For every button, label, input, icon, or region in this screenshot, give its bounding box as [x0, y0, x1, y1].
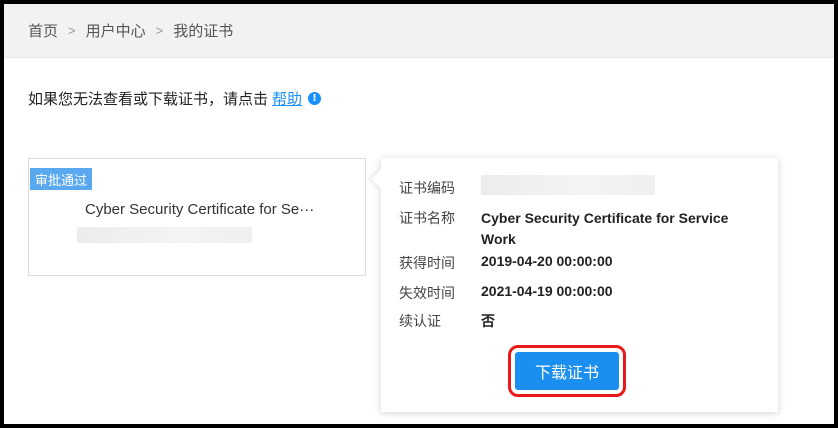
breadcrumb: 首页 > 用户中心 > 我的证书: [4, 4, 834, 58]
renewal-label: 续认证: [399, 313, 441, 329]
help-notice: 如果您无法查看或下载证书，请点击 帮助 !: [28, 88, 322, 109]
obtained-value: 2019-04-20 00:00:00: [481, 253, 613, 269]
help-text: 如果您无法查看或下载证书，请点击: [28, 91, 269, 108]
redacted-text: [77, 227, 252, 243]
help-link[interactable]: 帮助: [272, 88, 302, 109]
expire-label: 失效时间: [399, 285, 455, 301]
name-value: Cyber Security Certificate for Service W…: [481, 210, 729, 247]
breadcrumb-home[interactable]: 首页: [28, 20, 58, 41]
code-label: 证书编码: [399, 180, 455, 196]
status-badge: 审批通过: [30, 168, 92, 190]
breadcrumb-user-center[interactable]: 用户中心: [86, 20, 146, 41]
expire-value: 2021-04-19 00:00:00: [481, 283, 613, 299]
name-label: 证书名称: [399, 210, 455, 226]
breadcrumb-my-certificates: 我的证书: [173, 23, 234, 40]
download-certificate-button[interactable]: 下载证书: [508, 345, 626, 397]
popover-arrow: [371, 169, 391, 189]
renewal-value: 否: [481, 313, 495, 329]
obtained-label: 获得时间: [399, 255, 455, 271]
page-frame: 首页 > 用户中心 > 我的证书 如果您无法查看或下载证书，请点击 帮助 ! 审…: [4, 4, 834, 424]
certificate-card[interactable]: 审批通过 Cyber Security Certificate for Se··…: [28, 158, 366, 276]
breadcrumb-separator: >: [68, 23, 76, 38]
certificate-card-title: Cyber Security Certificate for Se···: [85, 201, 315, 218]
breadcrumb-separator: >: [155, 23, 164, 38]
certificate-detail-popover: 证书编码 证书名称 Cyber Security Certificate for…: [371, 158, 778, 412]
redacted-code-value: [481, 175, 655, 195]
info-icon[interactable]: !: [308, 92, 322, 105]
